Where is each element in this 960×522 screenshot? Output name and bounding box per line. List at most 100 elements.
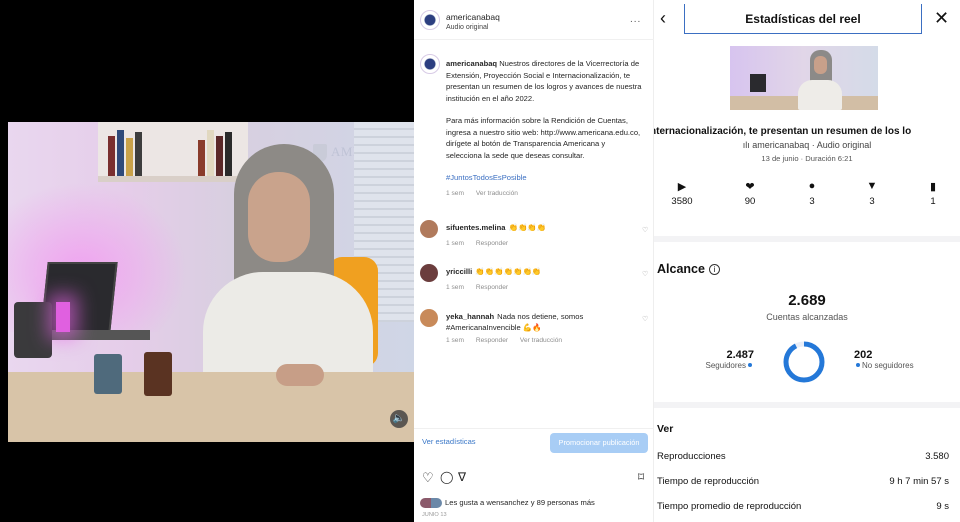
- post-username[interactable]: americanabaq: [446, 12, 500, 22]
- metric-saves: ▮ 1: [913, 180, 953, 207]
- post-panel: americanabaq Audio original ... american…: [414, 0, 654, 522]
- desk-lamp: [56, 302, 70, 332]
- bookmark-icon: ▮: [929, 181, 937, 193]
- comment-time: 1 sem: [446, 240, 464, 247]
- liker-avatars: [420, 498, 442, 508]
- heart-icon[interactable]: ♡: [642, 226, 648, 234]
- reply-link[interactable]: Responder: [476, 240, 508, 247]
- reach-title-text: Alcance: [657, 262, 705, 276]
- mug: [94, 354, 122, 394]
- book: [126, 138, 133, 176]
- reach-total: 2.689: [788, 292, 826, 309]
- caption-time: 1 sem: [446, 189, 464, 197]
- metric-value: 3: [809, 196, 815, 207]
- play-icon: ▶: [677, 181, 687, 193]
- metric-value: 90: [744, 196, 756, 207]
- hashtag-link[interactable]: #JuntosTodosEsPosible: [446, 172, 642, 184]
- stats-header: ‹ Estadísticas del reel ✕: [654, 0, 960, 38]
- nonfollowers-dot: [856, 363, 860, 367]
- promote-button[interactable]: Promocionar publicación: [550, 433, 648, 453]
- comment-text-wrap: yeka_hannah Nada nos detiene, somos #Amer…: [446, 311, 626, 333]
- followers-label-row: Seguidores: [690, 361, 754, 370]
- video-panel[interactable]: AMERICANA 🔈: [0, 0, 414, 522]
- avatar[interactable]: [420, 10, 440, 30]
- mug: [144, 352, 172, 396]
- ver-label: Reproducciones: [657, 451, 726, 462]
- ver-label: Tiempo promedio de reproducción: [657, 501, 802, 512]
- comment: yeka_hannah Nada nos detiene, somos #Amer…: [420, 307, 648, 347]
- close-icon[interactable]: ✕: [934, 8, 949, 29]
- caption-meta: 1 sem Ver traducción: [446, 188, 642, 200]
- followers-label: Seguidores: [705, 361, 746, 370]
- person-face: [248, 172, 310, 262]
- avatar[interactable]: [420, 220, 438, 238]
- heart-icon[interactable]: ♡: [642, 315, 648, 323]
- avatar[interactable]: [420, 54, 440, 74]
- ver-value: 9 s: [936, 501, 949, 512]
- reel-date: 13 de junio · Duración 6:21: [761, 154, 853, 163]
- comment-username[interactable]: yeka_hannah: [446, 312, 494, 321]
- avatar[interactable]: [420, 264, 438, 282]
- comment-time: 1 sem: [446, 337, 464, 344]
- metric-value: 1: [930, 196, 936, 207]
- info-icon[interactable]: i: [708, 264, 720, 275]
- thumb-person-body: [798, 80, 842, 110]
- post-actions-row: Ver estadísticas Promocionar publicación: [414, 428, 654, 456]
- send-icon[interactable]: ∇: [458, 470, 466, 484]
- more-options-icon[interactable]: ...: [630, 14, 641, 25]
- comment-meta: 1 sem Responder Ver traducción: [446, 337, 572, 344]
- caption-username[interactable]: americanabaq: [446, 59, 497, 68]
- ver-row: Reproducciones 3.580: [657, 451, 957, 467]
- send-icon: ▼: [866, 180, 878, 192]
- book: [216, 136, 223, 176]
- ver-value: 9 h 7 min 57 s: [889, 476, 949, 487]
- comment-icon[interactable]: ◯: [440, 470, 453, 484]
- metrics-row: ▶ 3580 ❤ 90 ● 3 ▼ 3 ▮ 1: [654, 180, 960, 220]
- speaker-icon[interactable]: 🔈: [390, 410, 408, 428]
- comment-username[interactable]: sifuentes.melina: [446, 223, 506, 232]
- comment-text: 👏👏👏👏: [508, 223, 547, 232]
- see-translation-link[interactable]: Ver traducción: [476, 190, 518, 197]
- followers-value: 2.487: [726, 349, 754, 361]
- ver-row: Tiempo de reproducción 9 h 7 min 57 s: [657, 476, 957, 492]
- heart-icon: ❤: [745, 181, 755, 193]
- reply-link[interactable]: Responder: [476, 284, 508, 291]
- comment-username[interactable]: yriccilli: [446, 267, 472, 276]
- reel-thumbnail[interactable]: [730, 46, 878, 110]
- reply-link[interactable]: Responder: [476, 337, 508, 344]
- comment-time: 1 sem: [446, 284, 464, 291]
- likes-row[interactable]: Les gusta a wensanchez y 89 personas más: [420, 498, 595, 508]
- post-audio[interactable]: Audio original: [446, 24, 488, 31]
- likes-text: Les gusta a wensanchez y 89 personas más: [445, 498, 595, 507]
- see-translation-link[interactable]: Ver traducción: [520, 337, 562, 344]
- metric-shares: ▼ 3: [852, 180, 892, 207]
- nonfollowers-label-row: No seguidores: [854, 361, 944, 370]
- section-divider: [654, 402, 960, 408]
- thumb-laptop: [750, 74, 766, 92]
- reel-audio[interactable]: ılı americanabaq · Audio original: [654, 140, 960, 150]
- metric-likes: ❤ 90: [730, 180, 770, 207]
- ver-label: Tiempo de reproducción: [657, 476, 760, 487]
- view-stats-link[interactable]: Ver estadísticas: [422, 437, 476, 446]
- bookmark-icon[interactable]: ⌑: [638, 470, 644, 484]
- section-divider: [654, 236, 960, 242]
- metric-plays: ▶ 3580: [662, 180, 702, 207]
- heart-icon[interactable]: ♡: [642, 270, 648, 278]
- comment-text-wrap: sifuentes.melina 👏👏👏👏: [446, 222, 626, 233]
- bookshelf: [98, 122, 248, 182]
- avatar[interactable]: [420, 309, 438, 327]
- chevron-left-icon[interactable]: ‹: [660, 8, 666, 29]
- heart-icon[interactable]: ♡: [422, 470, 434, 486]
- desk-phone: [14, 302, 52, 358]
- post-date: JUNIO 13: [422, 512, 447, 518]
- video-frame[interactable]: AMERICANA: [8, 122, 414, 442]
- book: [207, 130, 214, 176]
- desk: [8, 372, 414, 442]
- post-icon-row: ♡ ◯ ∇ ⌑: [420, 470, 652, 486]
- caption-text: americanabaq Nuestros directores de la V…: [446, 58, 642, 199]
- reach-title: Alcance i: [657, 262, 720, 276]
- thumb-person-face: [814, 56, 827, 74]
- followers-dot: [748, 363, 752, 367]
- book: [117, 130, 124, 176]
- metric-comments: ● 3: [792, 180, 832, 207]
